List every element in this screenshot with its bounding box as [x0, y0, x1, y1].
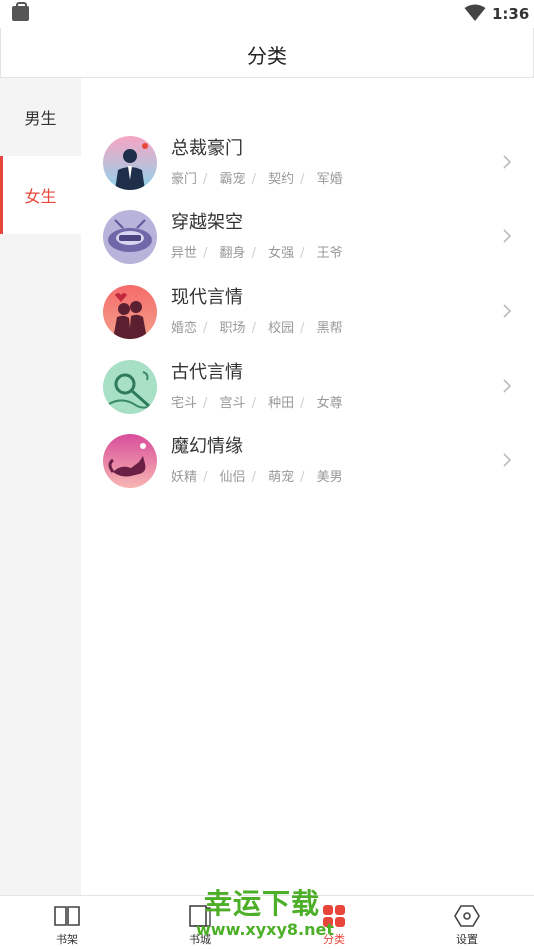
category-tag[interactable]: 契约: [268, 168, 294, 187]
nav-label: 书架: [56, 933, 78, 946]
category-row-ceo[interactable]: 总裁豪门 豪门 / 霸宠 / 契约 / 军婚: [81, 129, 534, 201]
page-title: 分类: [247, 44, 287, 68]
category-tag[interactable]: 女尊: [317, 392, 343, 411]
category-list: 总裁豪门 豪门 / 霸宠 / 契约 / 军婚 穿越架空 异世 / 翻身 / 女强 / 王爷: [81, 78, 534, 895]
wifi-icon: [464, 4, 486, 21]
category-tag[interactable]: 婚恋: [171, 317, 197, 336]
category-tag[interactable]: 校园: [268, 317, 294, 336]
sidebar-tab-female[interactable]: 女生: [0, 156, 81, 234]
gender-sidebar: 男生 女生: [0, 78, 81, 895]
category-row-fantasy-romance[interactable]: 魔幻情缘 妖精 / 仙侣 / 萌宠 / 美男: [81, 427, 534, 499]
tag-separator: /: [300, 321, 305, 336]
couple-silhouette-icon: [103, 285, 157, 339]
category-tag[interactable]: 萌宠: [268, 466, 294, 485]
sidebar-tab-male[interactable]: 男生: [0, 78, 81, 156]
category-title: 古代言情: [171, 362, 243, 383]
nav-bookshelf[interactable]: 书架: [17, 896, 117, 949]
tag-separator: /: [251, 172, 256, 187]
tag-separator: /: [251, 321, 256, 336]
jade-pendant-icon: [103, 360, 157, 414]
category-tag[interactable]: 女强: [268, 242, 294, 261]
category-tags: 妖精 / 仙侣 / 萌宠 / 美男: [171, 466, 343, 485]
tag-separator: /: [203, 321, 208, 336]
chevron-right-icon: [503, 155, 512, 169]
category-tags: 豪门 / 霸宠 / 契约 / 军婚: [171, 168, 343, 187]
nav-bookstore[interactable]: 书城: [150, 896, 250, 949]
status-bar: 1:36: [0, 0, 534, 28]
category-tag[interactable]: 豪门: [171, 168, 197, 187]
tag-separator: /: [300, 470, 305, 485]
tag-separator: /: [203, 246, 208, 261]
category-tag[interactable]: 霸宠: [220, 168, 246, 187]
category-tag[interactable]: 宫斗: [220, 392, 246, 411]
category-title: 现代言情: [171, 287, 243, 308]
category-title: 总裁豪门: [171, 138, 243, 159]
category-row-time-travel[interactable]: 穿越架空 异世 / 翻身 / 女强 / 王爷: [81, 203, 534, 275]
category-tag[interactable]: 妖精: [171, 466, 197, 485]
category-tag[interactable]: 翻身: [220, 242, 246, 261]
category-tag[interactable]: 异世: [171, 242, 197, 261]
time-travel-portal-icon: [103, 210, 157, 264]
ceo-businessman-icon: [103, 136, 157, 190]
category-row-modern-romance[interactable]: 现代言情 婚恋 / 职场 / 校园 / 黑帮: [81, 278, 534, 350]
category-tags: 婚恋 / 职场 / 校园 / 黑帮: [171, 317, 343, 336]
chevron-right-icon: [503, 379, 512, 393]
category-tag[interactable]: 职场: [220, 317, 246, 336]
chevron-right-icon: [503, 229, 512, 243]
tag-separator: /: [251, 396, 256, 411]
category-title: 穿越架空: [171, 212, 243, 233]
bottom-nav: 书架 书城 分类 设置: [0, 895, 534, 949]
grid-icon: [323, 905, 345, 927]
tag-separator: /: [203, 396, 208, 411]
tag-separator: /: [203, 172, 208, 187]
tag-separator: /: [203, 470, 208, 485]
category-row-ancient-romance[interactable]: 古代言情 宅斗 / 宫斗 / 种田 / 女尊: [81, 353, 534, 425]
chevron-right-icon: [503, 453, 512, 467]
tag-separator: /: [300, 396, 305, 411]
nav-label: 书城: [189, 933, 211, 946]
sidebar-tab-label: 女生: [24, 187, 57, 206]
shopping-bag-icon: [12, 2, 29, 21]
nav-category[interactable]: 分类: [284, 896, 384, 949]
nav-settings[interactable]: 设置: [417, 896, 517, 949]
status-time: 1:36: [492, 5, 530, 23]
app-header: 分类: [0, 28, 534, 78]
category-tag[interactable]: 宅斗: [171, 392, 197, 411]
sidebar-tab-label: 男生: [24, 109, 57, 128]
category-tag[interactable]: 美男: [317, 466, 343, 485]
nav-label: 设置: [456, 933, 478, 946]
chevron-right-icon: [503, 304, 512, 318]
category-tags: 异世 / 翻身 / 女强 / 王爷: [171, 242, 343, 261]
book-open-icon: [54, 906, 80, 926]
category-tag[interactable]: 种田: [268, 392, 294, 411]
tag-separator: /: [300, 172, 305, 187]
category-tag[interactable]: 王爷: [317, 242, 343, 261]
nav-label: 分类: [323, 933, 345, 946]
fox-spirit-icon: [103, 434, 157, 488]
book-icon: [189, 905, 211, 927]
hexagon-settings-icon: [454, 905, 480, 927]
category-tag[interactable]: 仙侣: [220, 466, 246, 485]
category-tag[interactable]: 黑帮: [317, 317, 343, 336]
tag-separator: /: [251, 246, 256, 261]
category-tags: 宅斗 / 宫斗 / 种田 / 女尊: [171, 392, 343, 411]
tag-separator: /: [251, 470, 256, 485]
category-title: 魔幻情缘: [171, 436, 243, 457]
category-tag[interactable]: 军婚: [317, 168, 343, 187]
tag-separator: /: [300, 246, 305, 261]
